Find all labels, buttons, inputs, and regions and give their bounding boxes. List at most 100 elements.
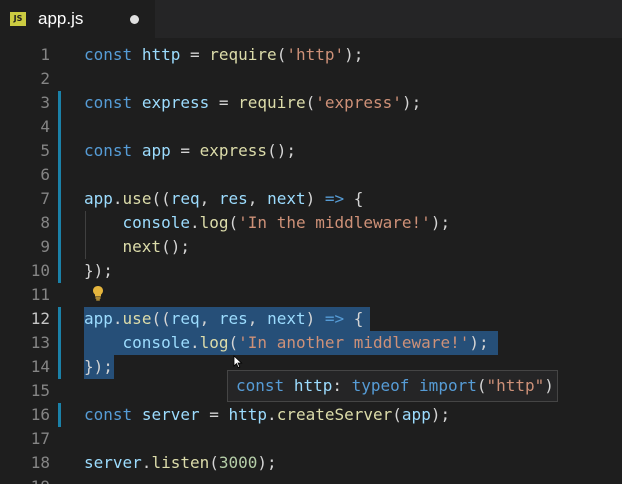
code-token: { [344,309,364,328]
line-number: 16 [30,405,50,424]
code-token: 'In another middleware!' [238,333,470,352]
line-number: 11 [30,285,50,304]
code-token: , [199,309,219,328]
line-number: 15 [30,381,50,400]
code-token: app [401,405,431,424]
lightbulb-icon[interactable] [92,285,104,301]
code-token: typeof [351,376,410,395]
modified-marker[interactable] [58,211,61,235]
code-line[interactable]: 19 [0,475,622,484]
code-token: => [324,309,345,328]
code-line[interactable]: 6 [0,163,622,187]
code-token: : [332,376,352,395]
code-text: const http = require('http'); [84,43,363,67]
code-token: next [122,237,162,256]
code-token: = [180,45,210,64]
code-token: . [189,333,200,352]
mouse-cursor-icon [233,355,243,369]
code-line[interactable]: 5 const app = express(); [0,139,622,163]
code-token: . [141,453,152,472]
code-text: const app = express(); [84,139,296,163]
code-token: = [209,93,239,112]
code-token: use [122,309,152,328]
line-number: 19 [0,475,50,484]
code-token: . [112,309,123,328]
line-number: 9 [40,237,50,256]
modified-marker[interactable] [58,187,61,211]
code-token: ( [276,45,287,64]
code-token: next [267,189,306,208]
code-text: }); [84,355,113,379]
code-line[interactable]: 9 next(); [0,235,622,259]
tab-app-js[interactable]: JS app.js [0,0,155,38]
code-line[interactable]: 12 app.use((req, res, next) => { [0,307,622,331]
code-token: req [170,189,200,208]
modified-marker[interactable] [58,235,61,259]
code-line[interactable]: 2 [0,67,622,91]
modified-marker[interactable] [58,403,61,427]
modified-marker[interactable] [58,91,61,115]
modified-marker[interactable] [58,115,61,139]
line-number: 1 [40,45,50,64]
code-token: }); [84,261,113,280]
code-token: app [141,141,171,160]
modified-marker[interactable] [58,331,61,355]
code-editor[interactable]: 1 const http = require('http'); 2 3 cons… [0,43,622,484]
code-token: => [324,189,345,208]
code-token: ); [344,45,364,64]
code-line[interactable]: 16 const server = http.createServer(app)… [0,403,622,427]
code-token: . [189,213,200,232]
code-token: const [84,405,133,424]
code-text: server.listen(3000); [84,451,277,475]
modified-marker[interactable] [58,163,61,187]
line-number: 4 [40,117,50,136]
code-line[interactable]: 10 }); [0,259,622,283]
code-text: const server = http.createServer(app); [84,403,450,427]
code-token: ( [228,213,239,232]
code-line[interactable]: 8 console.log('In the middleware!'); [0,211,622,235]
code-line[interactable]: 4 [0,115,622,139]
code-token: log [199,333,229,352]
line-number: 7 [40,189,50,208]
code-line[interactable]: 13 console.log('In another middleware!')… [0,331,622,355]
modified-marker[interactable] [58,259,61,283]
code-text: app.use((req, res, next) => { [84,187,363,211]
code-token: , [199,189,219,208]
modified-marker[interactable] [58,355,61,379]
hover-signature: const http: typeof import("http") [236,375,554,397]
code-token: ) [544,376,554,395]
code-token: 'In the middleware!' [238,213,431,232]
code-token: app [84,189,113,208]
code-token: server [141,405,200,424]
code-token: http [141,45,181,64]
code-line[interactable]: 18 server.listen(3000); [0,451,622,475]
code-token: ( [305,93,316,112]
code-token: . [267,405,277,424]
code-token: ( [228,333,239,352]
code-token: http [293,376,333,395]
code-token: { [344,189,364,208]
code-token: const [84,93,133,112]
code-token: next [267,309,306,328]
code-token: app [84,309,113,328]
code-token: ); [430,405,451,424]
code-line[interactable]: 1 const http = require('http'); [0,43,622,67]
code-token: ( [209,453,219,472]
code-line[interactable]: 17 [0,427,622,451]
code-token: ) [305,189,325,208]
code-token: console [122,333,190,352]
line-number: 2 [40,69,50,88]
code-token: ); [430,213,451,232]
unsaved-dot-icon[interactable] [130,15,139,24]
code-token: http [228,405,268,424]
code-line[interactable]: 3 const express = require('express'); [0,91,622,115]
code-token: createServer [276,405,393,424]
modified-marker[interactable] [58,139,61,163]
modified-marker[interactable] [58,307,61,331]
code-line[interactable]: 7 app.use((req, res, next) => { [0,187,622,211]
